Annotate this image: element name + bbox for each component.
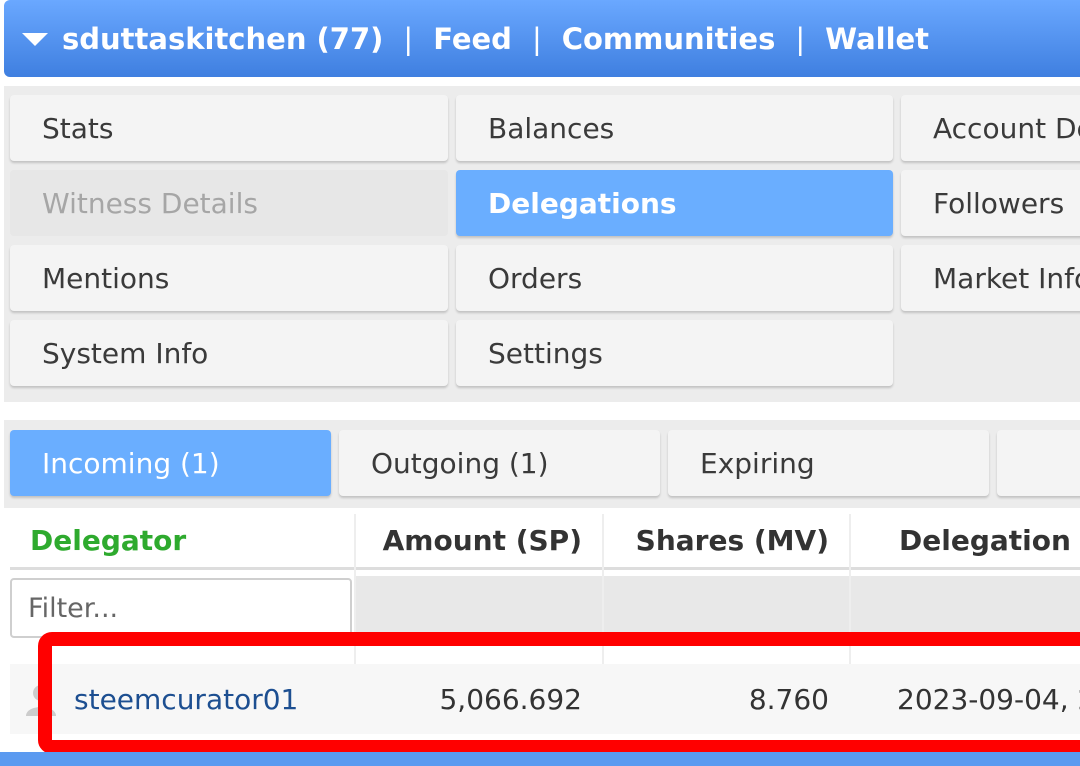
delegator-cell: steemcurator01 (74, 664, 354, 734)
section-menu: Stats Balances Account De Witness Detail… (4, 86, 1080, 402)
filter-cell-time (851, 576, 1080, 638)
tab-incoming[interactable]: Incoming (1) (10, 430, 331, 496)
menu-item-witness-details: Witness Details (10, 170, 448, 236)
chevron-down-icon[interactable] (22, 33, 48, 46)
tab-outgoing[interactable]: Outgoing (1) (339, 430, 660, 496)
delegator-link[interactable]: steemcurator01 (74, 683, 298, 716)
menu-item-delegations[interactable]: Delegations (456, 170, 893, 236)
menu-item-orders[interactable]: Orders (456, 245, 893, 311)
nav-separator: | (795, 21, 806, 56)
bottom-bar (0, 752, 1080, 766)
column-header-amount[interactable]: Amount (SP) (356, 514, 602, 570)
column-header-delegation-time[interactable]: Delegation T (851, 514, 1080, 570)
menu-item-stats[interactable]: Stats (10, 95, 448, 161)
amount-cell: 5,066.692 (439, 682, 582, 716)
column-header-shares[interactable]: Shares (MV) (604, 514, 849, 570)
tab-expiring[interactable]: Expiring (668, 430, 989, 496)
app-screen: sduttaskitchen (77) | Feed | Communities… (0, 0, 1080, 766)
nav-link-wallet[interactable]: Wallet (825, 22, 929, 56)
menu-item-market-info[interactable]: Market Info (901, 245, 1080, 311)
column-header-delegator[interactable]: Delegator (10, 514, 354, 570)
shares-cell: 8.760 (748, 682, 829, 716)
menu-item-account-details[interactable]: Account De (901, 95, 1080, 161)
filter-cell-shares (604, 576, 849, 638)
delegation-tabs: Incoming (1) Outgoing (1) Expiring (4, 420, 1080, 508)
account-menu-link[interactable]: sduttaskitchen (77) (62, 22, 383, 56)
top-nav-bar: sduttaskitchen (77) | Feed | Communities… (4, 0, 1080, 77)
menu-item-settings[interactable]: Settings (456, 320, 893, 386)
nav-link-communities[interactable]: Communities (562, 22, 776, 56)
tab-more[interactable] (997, 430, 1080, 496)
nav-link-feed[interactable]: Feed (433, 22, 512, 56)
user-avatar-icon (26, 685, 56, 716)
delegator-filter-input[interactable] (10, 578, 352, 638)
nav-separator: | (531, 21, 542, 56)
delegations-table: Delegator Amount (SP) Shares (MV) Delega… (10, 514, 1080, 744)
filter-cell-amount (356, 576, 602, 638)
menu-item-followers[interactable]: Followers (901, 170, 1080, 236)
table-row: steemcurator01 5,066.692 8.760 2023-09-0… (10, 664, 1080, 734)
menu-item-balances[interactable]: Balances (456, 95, 893, 161)
menu-item-system-info[interactable]: System Info (10, 320, 448, 386)
nav-separator: | (403, 21, 414, 56)
menu-item-mentions[interactable]: Mentions (10, 245, 448, 311)
delegation-time-cell: 2023-09-04, 2 (897, 682, 1080, 716)
